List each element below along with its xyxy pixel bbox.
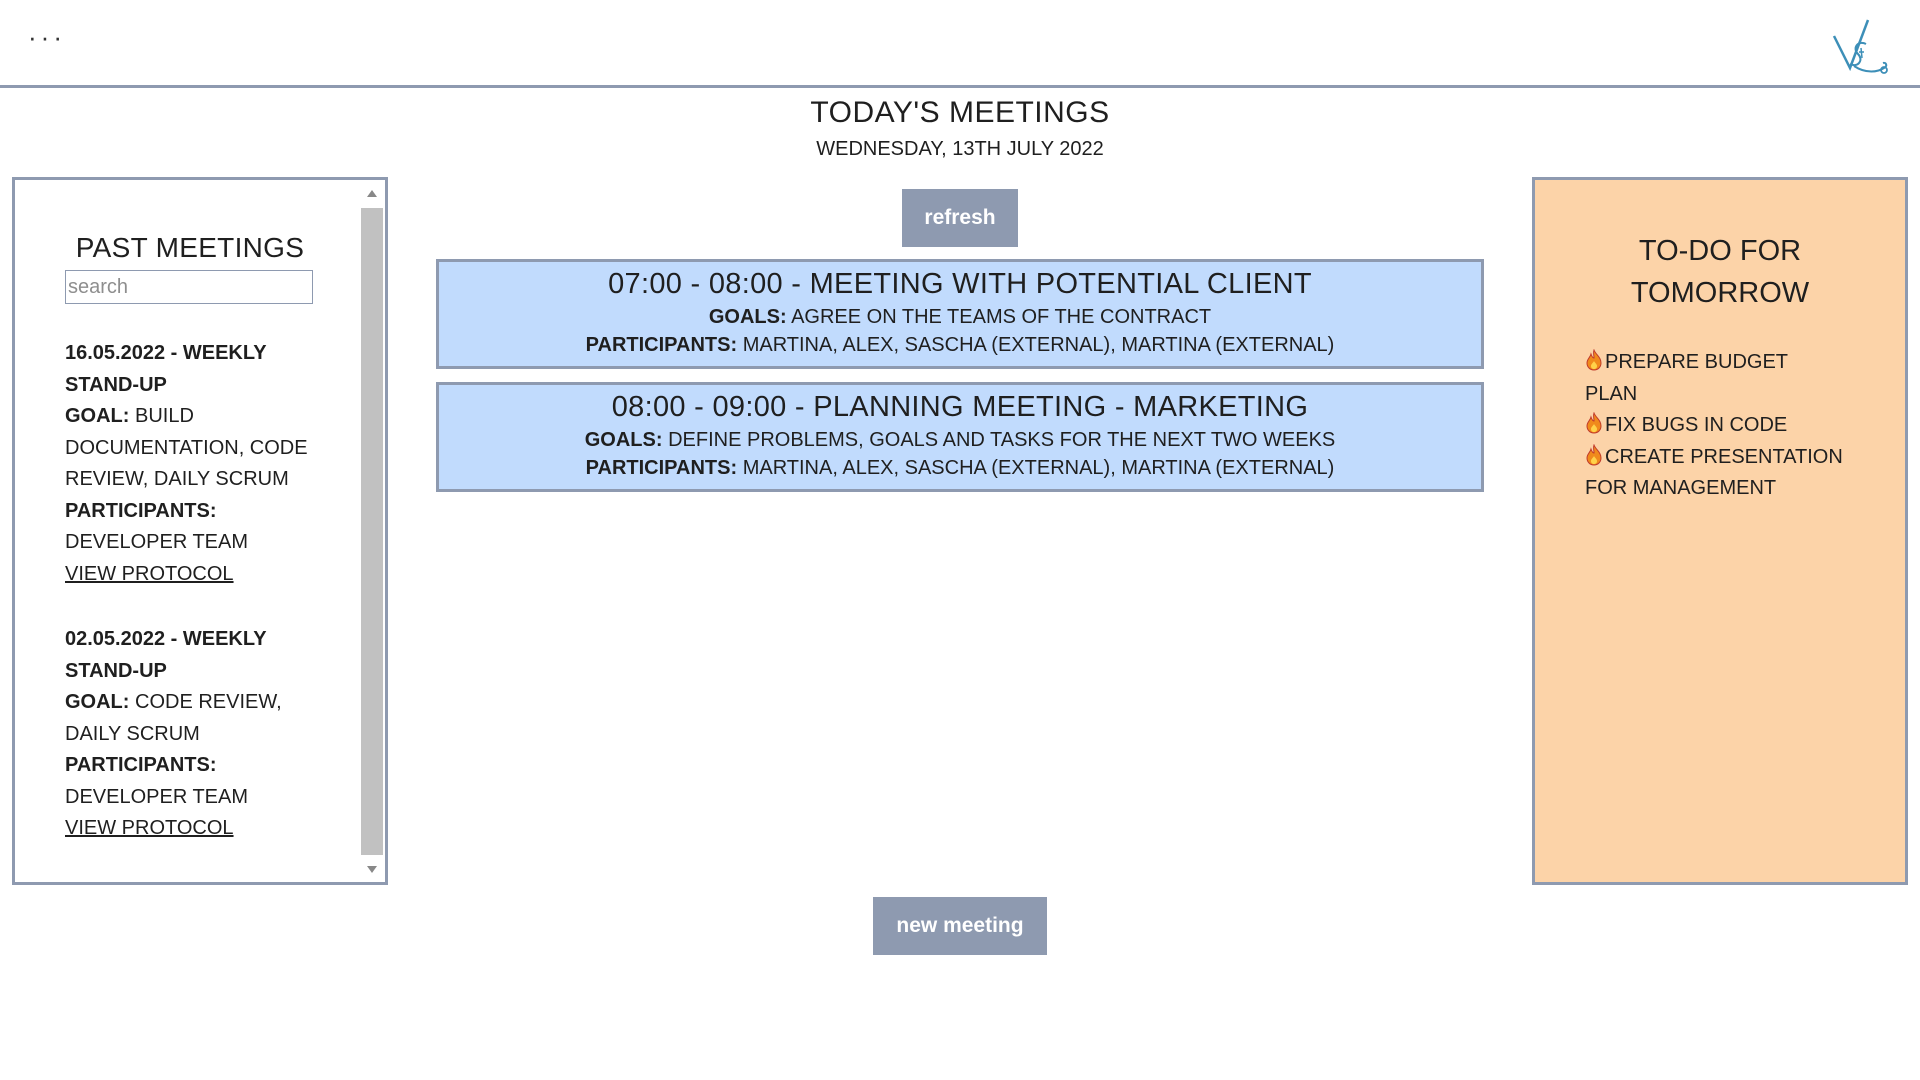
meeting-card[interactable]: 07:00 - 08:00 - MEETING WITH POTENTIAL C… — [436, 259, 1484, 369]
participants-text: DEVELOPER TEAM — [65, 785, 249, 808]
participants-label: PARTICIPANTS: — [585, 334, 738, 356]
participants-text: MARTINA, ALEX, SASCHA (EXTERNAL), MARTIN… — [742, 334, 1335, 356]
scroll-up-arrow-icon[interactable] — [367, 190, 377, 197]
past-meetings-title: PAST MEETINGS — [75, 232, 305, 263]
search-input[interactable] — [65, 270, 313, 304]
todo-title-line: TOMORROW — [1630, 277, 1810, 309]
past-meeting-item: 02.05.2022 - WEEKLY STAND-UP GOAL: CODE … — [65, 624, 315, 845]
view-protocol-link[interactable]: VIEW PROTOCOL — [65, 563, 234, 585]
participants-text: MARTINA, ALEX, SASCHA (EXTERNAL), MARTIN… — [742, 457, 1335, 479]
page-title: TODAY'S MEETINGS — [810, 96, 1110, 129]
goals-text: AGREE ON THE TEAMS OF THE CONTRACT — [791, 306, 1212, 328]
todo-list: PREPARE BUDGET PLAN FIX BUGS IN CODE CRE… — [1585, 347, 1845, 505]
goals-text: DEFINE PROBLEMS, GOALS AND TASKS FOR THE… — [668, 429, 1336, 451]
refresh-button[interactable]: refresh — [902, 189, 1018, 247]
goal-label: GOAL: — [65, 691, 130, 713]
meeting-card[interactable]: 08:00 - 09:00 - PLANNING MEETING - MARKE… — [436, 382, 1484, 492]
fire-icon — [1586, 443, 1602, 466]
goals-label: GOALS: — [708, 306, 787, 328]
vs-logo[interactable] — [1828, 14, 1890, 80]
past-meetings-list: PAST MEETINGS 16.05.2022 - WEEKLY STAND-… — [65, 232, 325, 845]
todo-item[interactable]: PREPARE BUDGET PLAN — [1585, 347, 1845, 410]
todo-item-label: FIX BUGS IN CODE — [1605, 414, 1788, 436]
participants-text: DEVELOPER TEAM — [65, 531, 249, 553]
top-bar: ··· — [0, 0, 1920, 88]
ellipsis-icon[interactable]: ··· — [28, 22, 66, 53]
goals-label: GOALS: — [584, 429, 663, 451]
participants-label: PARTICIPANTS: — [585, 457, 738, 479]
meeting-participants: PARTICIPANTS: MARTINA, ALEX, SASCHA (EXT… — [439, 334, 1481, 357]
meeting-heading: 07:00 - 08:00 - MEETING WITH POTENTIAL C… — [608, 268, 1312, 300]
meeting-heading: 08:00 - 09:00 - PLANNING MEETING - MARKE… — [611, 391, 1309, 423]
participants-label: PARTICIPANTS: — [65, 754, 217, 776]
todo-item[interactable]: FIX BUGS IN CODE — [1585, 410, 1845, 442]
meeting-goals: GOALS: AGREE ON THE TEAMS OF THE CONTRAC… — [439, 306, 1481, 329]
todo-item[interactable]: CREATE PRESENTATION FOR MANAGEMENT — [1585, 442, 1845, 505]
past-meeting-heading: 16.05.2022 - WEEKLY STAND-UP — [65, 342, 267, 396]
page-date: WEDNESDAY, 13TH JULY 2022 — [816, 138, 1104, 160]
meeting-goals: GOALS: DEFINE PROBLEMS, GOALS AND TASKS … — [439, 429, 1481, 452]
past-meetings-panel: PAST MEETINGS 16.05.2022 - WEEKLY STAND-… — [12, 177, 388, 885]
past-meeting-heading: 02.05.2022 - WEEKLY STAND-UP — [65, 628, 267, 682]
todo-item-label: PREPARE BUDGET PLAN — [1585, 351, 1788, 405]
todo-item-label: CREATE PRESENTATION FOR MANAGEMENT — [1585, 445, 1843, 500]
participants-label: PARTICIPANTS: — [65, 499, 217, 522]
todo-title-line: TO-DO FOR — [1638, 235, 1802, 267]
scroll-thumb[interactable] — [361, 208, 383, 855]
meeting-participants: PARTICIPANTS: MARTINA, ALEX, SASCHA (EXT… — [439, 457, 1481, 480]
todo-panel: TO-DO FOR TOMORROW PREPARE BUDGET PLAN F… — [1532, 177, 1908, 885]
scroll-down-arrow-icon[interactable] — [367, 866, 377, 873]
goal-label: GOAL: — [65, 405, 130, 427]
fire-icon — [1586, 349, 1602, 371]
new-meeting-button[interactable]: new meeting — [873, 897, 1047, 955]
fire-icon — [1586, 412, 1602, 434]
past-meeting-item: 16.05.2022 - WEEKLY STAND-UP GOAL: BUILD… — [65, 338, 315, 590]
todo-title: TO-DO FOR TOMORROW — [1535, 230, 1905, 314]
scrollbar[interactable] — [361, 184, 383, 879]
view-protocol-link[interactable]: VIEW PROTOCOL — [65, 817, 234, 839]
